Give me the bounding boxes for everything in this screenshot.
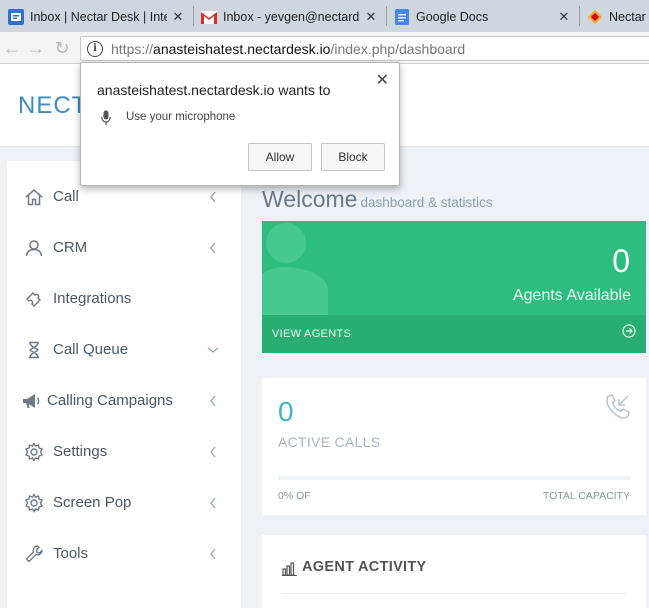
agents-available-count: 0 xyxy=(612,243,630,279)
tab-title: Inbox | Nectar Desk | Inte xyxy=(30,10,167,24)
page-title-text: Welcome xyxy=(262,186,358,212)
sidebar-item-label: Integrations xyxy=(53,290,132,307)
page-subtitle: dashboard & statistics xyxy=(360,195,493,210)
sidebar-item-call-queue[interactable]: Call Queue xyxy=(7,324,241,375)
microphone-permission-dialog: anasteishatest.nectardesk.io wants to ✕ … xyxy=(80,62,400,186)
sidebar-item-crm[interactable]: CRM xyxy=(7,222,241,273)
close-icon[interactable]: ✕ xyxy=(171,9,185,25)
sidebar-item-label: Call xyxy=(53,188,79,205)
active-calls-card: 0 ACTIVE CALLS 0% OF TOTAL CAPACITY xyxy=(262,378,646,515)
browser-tab[interactable]: Nectar D xyxy=(579,2,649,32)
url-protocol: https:// xyxy=(111,40,154,57)
incoming-call-icon xyxy=(602,392,632,427)
sidebar-item-label: Calling Campaigns xyxy=(47,392,173,409)
chevron-left-icon xyxy=(205,497,221,509)
allow-button[interactable]: Allow xyxy=(248,143,312,171)
close-icon[interactable]: ✕ xyxy=(557,9,571,25)
url-host: anasteishatest.nectardesk.io xyxy=(153,40,331,57)
browser-tab[interactable]: Inbox | Nectar Desk | Inte ✕ xyxy=(0,2,193,32)
chevron-left-icon xyxy=(205,191,221,203)
close-icon[interactable]: ✕ xyxy=(376,70,389,90)
view-agents-label: VIEW AGENTS xyxy=(272,328,352,340)
back-arrow-icon[interactable]: ← xyxy=(2,38,22,58)
wrench-icon xyxy=(23,544,45,564)
chevron-left-icon xyxy=(205,242,221,254)
permission-message: anasteishatest.nectardesk.io wants to xyxy=(97,82,331,98)
divider xyxy=(282,593,626,594)
capacity-percent-label: 0% OF xyxy=(278,490,311,502)
sidebar-item-label: Screen Pop xyxy=(53,494,132,511)
gear-icon xyxy=(23,441,45,462)
sidebar-item-settings[interactable]: Settings xyxy=(7,426,241,477)
sidebar-item-label: Settings xyxy=(53,443,108,460)
sidebar-item-screen-pop[interactable]: Screen Pop xyxy=(7,477,241,528)
user-silhouette-icon xyxy=(262,223,328,315)
home-icon xyxy=(23,188,45,206)
active-calls-label: ACTIVE CALLS xyxy=(278,434,381,450)
puzzle-icon xyxy=(23,290,45,308)
sidebar-item-integrations[interactable]: Integrations xyxy=(7,273,241,324)
capacity-progress-bar xyxy=(278,476,630,480)
browser-tab[interactable]: Google Docs ✕ xyxy=(386,2,579,32)
nectar-helpdesk-icon xyxy=(8,9,24,25)
permission-request: Use your microphone xyxy=(126,111,236,123)
chevron-left-icon xyxy=(205,395,221,407)
chevron-left-icon xyxy=(205,548,221,560)
sidebar-item-tools[interactable]: Tools xyxy=(7,528,241,579)
agents-available-card: 0 Agents Available VIEW AGENTS xyxy=(262,221,646,353)
bar-chart-icon xyxy=(282,562,298,581)
tab-title: Nectar D xyxy=(609,10,649,24)
nectar-icon xyxy=(587,9,603,25)
sidebar-item-label: CRM xyxy=(53,239,88,256)
agent-activity-card: AGENT ACTIVITY xyxy=(262,535,646,608)
address-bar[interactable]: i https://anasteishatest.nectardesk.io/i… xyxy=(80,36,649,61)
agents-available-label: Agents Available xyxy=(512,287,631,304)
hourglass-icon xyxy=(23,341,45,359)
view-agents-link[interactable]: VIEW AGENTS xyxy=(262,315,646,353)
agent-activity-title: AGENT ACTIVITY xyxy=(302,559,427,575)
gear-icon xyxy=(23,492,45,513)
gmail-icon xyxy=(201,9,217,25)
user-icon xyxy=(23,239,45,257)
microphone-icon xyxy=(101,110,111,131)
total-capacity-label: TOTAL CAPACITY xyxy=(542,490,630,502)
reload-icon[interactable]: ↻ xyxy=(52,38,72,58)
active-calls-count: 0 xyxy=(278,396,294,427)
browser-tab-strip: Inbox | Nectar Desk | Inte ✕ Inbox - yev… xyxy=(0,0,649,32)
browser-toolbar: ← → ↻ i https://anasteishatest.nectardes… xyxy=(0,32,649,64)
sidebar-item-label: Tools xyxy=(53,545,89,562)
chevron-down-icon xyxy=(205,346,221,354)
close-icon[interactable]: ✕ xyxy=(364,9,378,25)
sidebar: Call CRM Integrations Call Queue Calling… xyxy=(7,161,241,608)
url-path: /index.php/dashboard xyxy=(330,40,466,57)
sidebar-item-label: Call Queue xyxy=(53,341,129,358)
page-title: Welcome dashboard & statistics xyxy=(262,186,493,213)
chevron-left-icon xyxy=(205,446,221,458)
browser-tab[interactable]: Inbox - yevgen@nectard ✕ xyxy=(193,2,386,32)
arrow-circle-right-icon xyxy=(622,324,636,343)
sidebar-item-calling-campaigns[interactable]: Calling Campaigns xyxy=(7,375,241,426)
google-docs-icon xyxy=(394,9,410,25)
info-icon[interactable]: i xyxy=(87,40,103,57)
forward-arrow-icon[interactable]: → xyxy=(26,38,46,58)
tab-title: Inbox - yevgen@nectard xyxy=(223,10,360,24)
megaphone-icon xyxy=(21,392,43,410)
tab-title: Google Docs xyxy=(416,10,489,24)
block-button[interactable]: Block xyxy=(321,143,385,171)
